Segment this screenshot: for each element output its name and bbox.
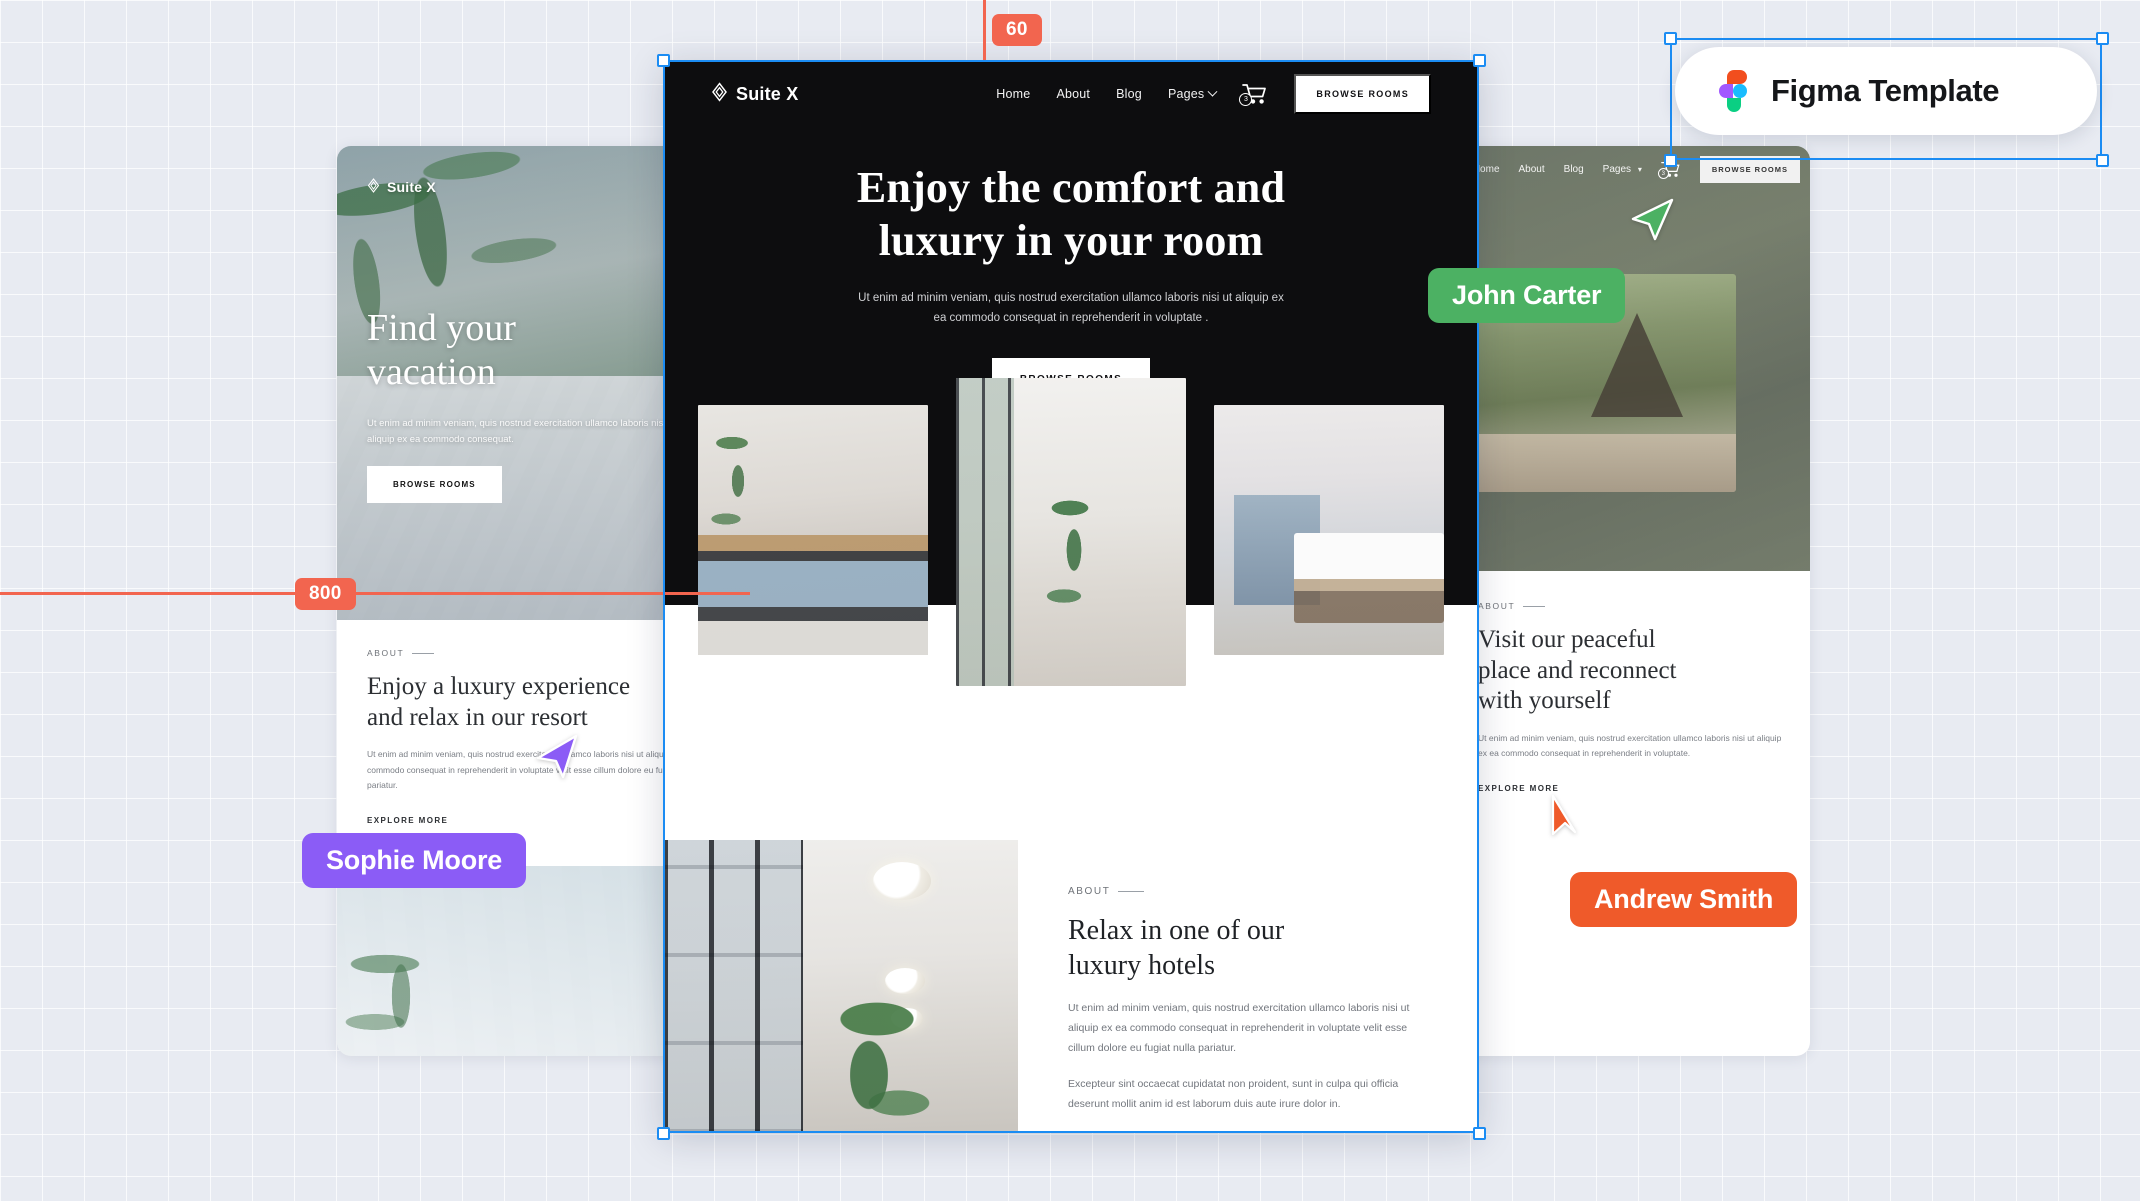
left-frame-logo[interactable]: Suite X [367,178,436,196]
center-frame-navbar[interactable]: Suite X Home About Blog Pages 3 BROWSE R… [663,60,1479,114]
figma-handle-bottom-left[interactable] [1663,153,1677,167]
chevron-down-icon [1207,86,1218,97]
right-about-eyebrow: ABOUT [1478,601,1782,611]
selection-handle-top-left[interactable] [656,53,670,67]
left-about-cta[interactable]: EXPLORE MORE [367,816,448,825]
pendant-lamp-icon [873,862,931,900]
cart-icon[interactable]: 3 [1239,83,1268,106]
measurement-guide-horizontal-right [330,592,750,595]
left-hero-line2: vacation [367,351,496,394]
eyebrow-rule [1523,605,1546,607]
right-about-paragraph: Ut enim ad minim veniam, quis nostrud ex… [1478,732,1782,759]
figma-logo-orange [1727,70,1747,84]
figma-logo-icon [1719,70,1747,112]
cursor-label-andrew-smith: Andrew Smith [1570,872,1798,927]
gallery-image-3 [1214,405,1444,655]
figma-logo-green [1727,98,1741,112]
left-frame-hero-heading: Find your vacation [367,306,516,395]
nav-link-pages[interactable]: Pages [1167,86,1218,101]
pendant-lamp-icon [885,968,925,994]
about-heading-line2: luxury hotels [1068,950,1215,981]
gallery-image-1 [698,405,928,655]
about-heading-line1: Relax in one of our [1068,915,1285,946]
hero-heading-line1: Enjoy the comfort and [856,163,1286,212]
nav-link-home[interactable]: Home [996,87,1030,101]
left-frame-hero-cta[interactable]: BROWSE ROOMS [367,466,502,503]
about-eyebrow: ABOUT [1068,886,1435,897]
cursor-label-john-carter: John Carter [1428,268,1626,323]
left-hero-line1: Find your [367,307,516,349]
selection-handle-bottom-left[interactable] [656,1126,670,1140]
right-frame-browse-rooms-button[interactable]: BROWSE ROOMS [1699,155,1800,183]
gallery-image-2 [956,378,1186,686]
right-frame-nav[interactable]: Home About Blog Pages ▾ 3 BROWSE ROOMS [1473,146,1810,192]
about-paragraph-2: Excepteur sint occaecat cupidatat non pr… [1068,1077,1399,1110]
eyebrow-rule [1118,891,1145,892]
right-nav-link-about[interactable]: About [1519,164,1545,175]
hero-gallery [663,378,1479,686]
right-about-line3: with yourself [1478,687,1611,714]
figma-template-badge[interactable]: Figma Template [1675,47,2097,135]
right-cart-badge: 3 [1657,167,1669,179]
about-heading: Relax in one of our luxury hotels [1068,913,1435,983]
nav-link-about[interactable]: About [1056,87,1090,101]
right-nav-pages-label: Pages [1602,163,1632,175]
hero-heading: Enjoy the comfort and luxury in your roo… [663,162,1479,268]
selection-handle-bottom-right[interactable] [1472,1126,1486,1140]
figma-logo-purple [1719,84,1733,98]
figma-handle-bottom-right[interactable] [2095,153,2109,167]
cursor-andrew-smith [1545,788,1597,840]
navbar-browse-rooms-button[interactable]: BROWSE ROOMS [1294,74,1431,114]
measurement-guide-vertical [983,0,986,62]
measurement-badge-800: 800 [295,578,356,610]
cursor-label-sophie-moore: Sophie Moore [302,833,527,888]
eyebrow-rule [412,652,435,654]
cursor-sophie-moore [530,728,584,782]
suite-x-diamond-icon [711,81,728,107]
center-frame-hero: Suite X Home About Blog Pages 3 BROWSE R… [663,60,1479,686]
pendant-lamp-icon [891,1008,923,1029]
right-nav-link-pages[interactable]: Pages ▾ [1603,164,1642,175]
about-paragraph-1: Ut enim ad minim veniam, quis nostrud ex… [1068,1002,1410,1054]
left-about-eyebrow-text: ABOUT [367,648,405,658]
right-about-line2: place and reconnect [1478,656,1677,684]
center-nav-right-group: Home About Blog Pages 3 BROWSE ROOMS [996,74,1431,114]
about-eyebrow-text: ABOUT [1068,886,1111,897]
figma-handle-top-left[interactable] [1663,31,1677,45]
figma-logo-blue [1733,84,1747,98]
right-about-eyebrow-text: ABOUT [1478,601,1516,611]
figma-handle-top-right[interactable] [2095,31,2109,45]
about-section-text: ABOUT Relax in one of our luxury hotels … [1018,840,1479,1133]
cursor-john-carter [1625,192,1677,244]
hero-heading-line2: luxury in your room [878,215,1264,265]
hero-subtext: Ut enim ad minim veniam, quis nostrud ex… [858,291,1284,324]
chevron-down-icon: ▾ [1637,164,1642,174]
center-nav-links: Home About Blog Pages [996,86,1218,101]
left-frame-logo-text: Suite X [387,179,436,195]
nav-link-pages-label: Pages [1167,87,1205,101]
right-about-line1: Visit our peaceful [1478,626,1656,653]
figma-canvas[interactable]: Suite X Find your vacation Ut enim ad mi… [0,0,2140,1201]
right-nav-link-blog[interactable]: Blog [1564,164,1584,175]
suite-x-diamond-icon [367,178,380,196]
center-frame-logo[interactable]: Suite X [711,81,799,107]
nav-link-blog[interactable]: Blog [1116,87,1142,101]
selection-handle-top-right[interactable] [1472,53,1486,67]
figma-template-label: Figma Template [1771,73,2000,108]
center-frame-logo-text: Suite X [736,83,799,104]
center-frame-about-section: ABOUT Relax in one of our luxury hotels … [663,840,1479,1133]
measurement-badge-60: 60 [992,14,1042,46]
left-frame-hero-subtext: Ut enim ad minim veniam, quis nostrud ex… [367,418,676,445]
right-frame-about: ABOUT Visit our peaceful place and recon… [1450,571,1810,796]
right-about-heading: Visit our peaceful place and reconnect w… [1478,625,1782,717]
design-frame-center-selected[interactable]: Suite X Home About Blog Pages 3 BROWSE R… [663,60,1479,1133]
about-section-image [663,840,1018,1133]
